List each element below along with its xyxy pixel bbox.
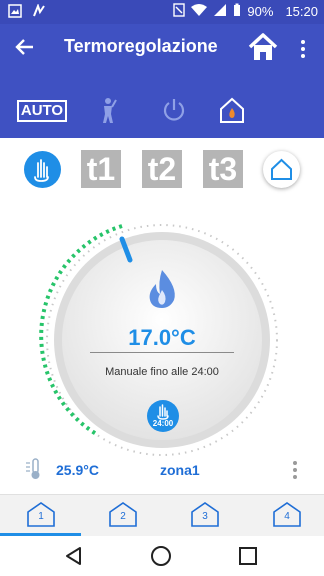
badge-time: 24:00	[152, 419, 174, 428]
wifi-icon	[191, 3, 208, 20]
program-t3-button[interactable]: t3	[203, 150, 243, 188]
tab-zone-1-label: 1	[38, 511, 44, 522]
dial-divider	[90, 352, 234, 353]
antifreeze-house-icon[interactable]	[218, 96, 246, 124]
tab-zone-3-label: 3	[202, 511, 208, 522]
auto-mode-button[interactable]: AUTO	[17, 100, 67, 122]
clock: 15:20	[285, 4, 318, 19]
app-notification-icon	[32, 3, 46, 21]
signal-icon	[213, 3, 227, 20]
zone-name: zona1	[160, 462, 200, 478]
manual-person-icon[interactable]	[94, 96, 122, 124]
nav-back-icon[interactable]	[64, 546, 84, 566]
tab-zone-2-label: 2	[120, 511, 126, 522]
mode-bar: AUTO	[0, 72, 324, 138]
battery-level: 90%	[247, 4, 274, 19]
nfc-icon	[173, 3, 186, 20]
tab-zone-1[interactable]: 1	[26, 501, 56, 527]
nav-home-icon[interactable]	[150, 545, 172, 567]
back-arrow-icon[interactable]	[14, 36, 36, 58]
more-vert-icon[interactable]	[296, 38, 310, 60]
zone-tabs: 1 2 3 4	[0, 494, 324, 536]
thermometer-icon	[24, 457, 48, 481]
tab-zone-4[interactable]: 4	[272, 501, 302, 527]
tab-zone-2[interactable]: 2	[108, 501, 138, 527]
battery-icon	[233, 3, 241, 20]
power-off-icon[interactable]	[160, 96, 188, 124]
manual-mode-button[interactable]	[24, 151, 61, 188]
setpoint-temperature: 17.0°C	[128, 325, 196, 350]
status-bar: 90% 15:20	[0, 0, 324, 24]
gallery-notification-icon	[8, 4, 22, 21]
zone-home-button[interactable]	[263, 151, 300, 188]
tab-zone-4-label: 4	[284, 511, 290, 522]
measured-temperature: 25.9°C	[56, 462, 99, 478]
page-title: Termoregolazione	[64, 36, 218, 56]
mode-status-text: Manuale fino alle 24:00	[105, 366, 219, 378]
program-t2-button[interactable]: t2	[142, 150, 182, 188]
app-bar: Termoregolazione	[0, 24, 324, 72]
nav-recents-icon[interactable]	[238, 546, 258, 566]
system-nav-bar	[0, 536, 324, 576]
zone-more-icon[interactable]	[290, 460, 300, 480]
program-t1-button[interactable]: t1	[81, 150, 121, 188]
manual-timer-badge[interactable]: 24:00	[147, 400, 179, 432]
home-icon[interactable]	[246, 30, 280, 64]
tab-zone-3[interactable]: 3	[190, 501, 220, 527]
